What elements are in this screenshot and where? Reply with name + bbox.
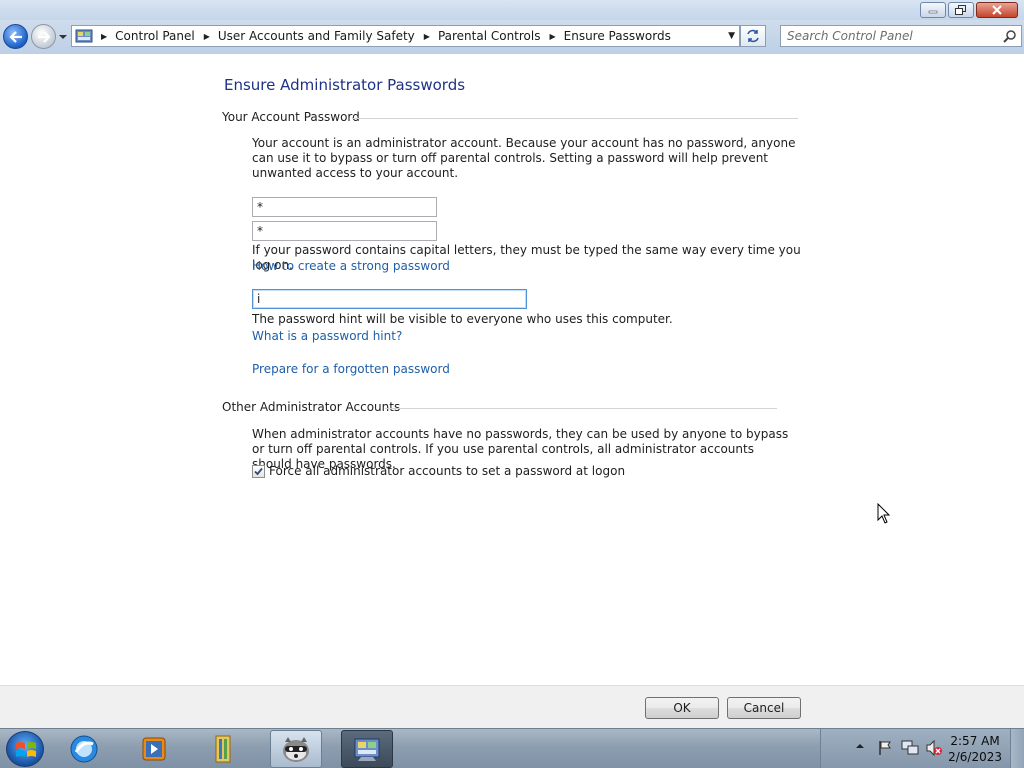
force-password-checkbox[interactable]	[252, 464, 265, 478]
taskbar-raccoon-app[interactable]	[270, 730, 322, 768]
show-desktop-button[interactable]	[1010, 729, 1024, 768]
breadcrumb-separator-icon: ▶	[101, 31, 108, 41]
minimize-icon	[928, 10, 938, 14]
checkmark-icon	[254, 467, 263, 475]
forward-button[interactable]	[31, 24, 56, 49]
search-box[interactable]	[780, 25, 1022, 47]
other-accounts-heading: Other Administrator Accounts	[222, 400, 401, 414]
mouse-cursor-icon	[877, 503, 891, 524]
new-password-field[interactable]: *	[252, 197, 437, 217]
password-hint-field[interactable]: i	[252, 289, 527, 309]
back-arrow-icon	[8, 30, 22, 43]
taskbar: 2:57 AM 2/6/2023	[0, 728, 1024, 768]
system-tray: 2:57 AM 2/6/2023	[820, 729, 1024, 768]
search-icon[interactable]	[1003, 29, 1017, 43]
dialog-button-bar: OK Cancel	[0, 685, 1024, 728]
control-panel-icon	[354, 738, 380, 761]
explorer-icon	[215, 735, 231, 763]
internet-explorer-icon	[70, 735, 98, 763]
start-button[interactable]	[6, 731, 44, 767]
minimize-button[interactable]	[920, 2, 946, 18]
breadcrumb-separator-icon: ▶	[203, 31, 210, 41]
group-divider	[385, 408, 777, 409]
show-hidden-icons-icon[interactable]	[855, 741, 865, 751]
breadcrumb-item[interactable]: Ensure Passwords	[564, 29, 671, 43]
restore-button[interactable]	[948, 2, 974, 18]
breadcrumb-item[interactable]: User Accounts and Family Safety	[218, 29, 415, 43]
main-content: Ensure Administrator Passwords Your Acco…	[0, 54, 1024, 684]
breadcrumb-separator-icon: ▶	[549, 31, 556, 41]
breadcrumb-item[interactable]: Control Panel	[115, 29, 195, 43]
taskbar-control-panel[interactable]	[341, 730, 393, 768]
confirm-password-field[interactable]: *	[252, 221, 437, 241]
your-account-heading: Your Account Password	[222, 110, 360, 124]
clock-date: 2/6/2023	[948, 750, 1002, 764]
password-hint-link[interactable]: What is a password hint?	[252, 329, 402, 343]
refresh-button[interactable]	[740, 25, 766, 47]
taskbar-media-player[interactable]	[128, 730, 180, 768]
navigation-bar: ▶ Control Panel ▶ User Accounts and Fami…	[0, 20, 1024, 54]
address-bar[interactable]: ▶ Control Panel ▶ User Accounts and Fami…	[71, 25, 740, 47]
back-button[interactable]	[3, 24, 28, 49]
network-icon[interactable]	[901, 739, 919, 757]
recent-pages-chevron-icon[interactable]	[58, 32, 68, 42]
strong-password-link[interactable]: How to create a strong password	[252, 259, 450, 273]
close-button[interactable]	[976, 2, 1018, 18]
cancel-button[interactable]: Cancel	[727, 697, 801, 719]
ok-button[interactable]: OK	[645, 697, 719, 719]
your-account-description: Your account is an administrator account…	[252, 136, 796, 180]
hint-note: The password hint will be visible to eve…	[252, 312, 673, 326]
system-clock[interactable]: 2:57 AM 2/6/2023	[948, 733, 1002, 765]
restore-icon	[955, 5, 966, 15]
volume-muted-icon[interactable]	[925, 739, 943, 757]
breadcrumb-separator-icon: ▶	[423, 31, 430, 41]
windows-logo-icon	[16, 742, 36, 757]
page-title: Ensure Administrator Passwords	[224, 76, 466, 94]
group-divider	[352, 118, 798, 119]
clock-time: 2:57 AM	[950, 734, 1000, 748]
control-panel-icon	[75, 29, 93, 43]
breadcrumb: ▶ Control Panel ▶ User Accounts and Fami…	[101, 29, 680, 43]
media-player-icon	[142, 737, 166, 761]
forgotten-password-link[interactable]: Prepare for a forgotten password	[252, 362, 450, 376]
caption-buttons	[920, 2, 1018, 18]
refresh-icon	[747, 29, 759, 43]
search-input[interactable]	[781, 26, 991, 46]
taskbar-internet-explorer[interactable]	[58, 730, 110, 768]
action-center-flag-icon[interactable]	[877, 739, 893, 757]
raccoon-app-icon	[283, 737, 309, 762]
breadcrumb-item[interactable]: Parental Controls	[438, 29, 541, 43]
force-password-label[interactable]: Force all administrator accounts to set …	[269, 464, 625, 478]
close-icon	[992, 5, 1002, 15]
forward-arrow-icon	[37, 30, 51, 43]
taskbar-explorer[interactable]	[196, 730, 248, 768]
address-dropdown-icon[interactable]: ▼	[728, 31, 735, 41]
force-password-option[interactable]: Force all administrator accounts to set …	[252, 464, 625, 478]
window-title-bar	[0, 0, 1024, 20]
